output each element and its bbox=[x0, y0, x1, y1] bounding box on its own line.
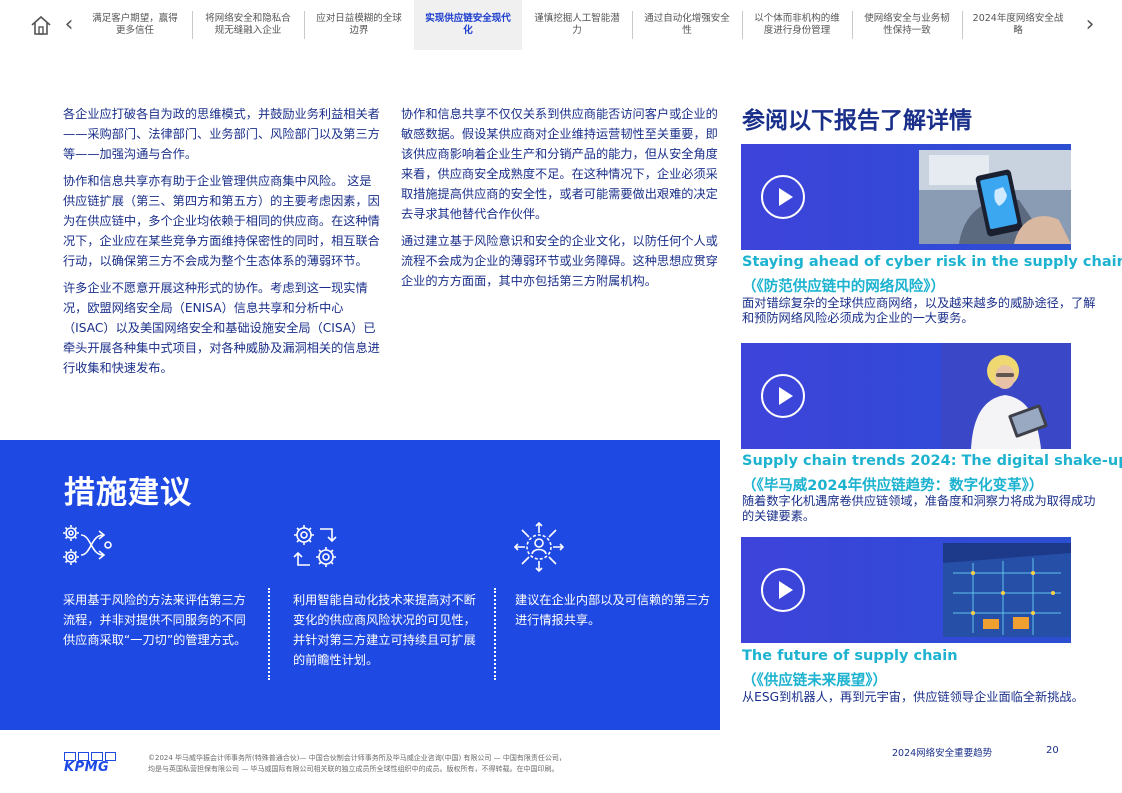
tab-privacy-compliance[interactable]: 将网络安全和隐私合规无缝融入企业 bbox=[193, 0, 303, 50]
report-title-cn[interactable]: （《毕马威2024年供应链趋势：数字化变革》） bbox=[742, 474, 1043, 495]
report-title[interactable]: Supply chain trends 2024: The digital sh… bbox=[742, 453, 1122, 469]
tab-automation-security[interactable]: 通过自动化增强安全性 bbox=[633, 0, 741, 50]
measures-title: 措施建议 bbox=[64, 475, 192, 511]
body-column-left: 各企业应打破各自为政的思维模式，并鼓励业务利益相关者——采购部门、法律部门、业务… bbox=[63, 104, 383, 385]
automation-gears-icon bbox=[293, 525, 337, 567]
woman-tablet-photo bbox=[941, 343, 1071, 449]
tab-supply-chain-security[interactable]: 实现供应链安全现代化 bbox=[414, 0, 522, 50]
play-icon[interactable] bbox=[761, 175, 805, 219]
measure-divider bbox=[268, 588, 270, 680]
report-description: 从ESG到机器人，再到元宇宙，供应链领导企业面临全新挑战。 bbox=[742, 690, 1084, 704]
legal-line: ©2024 毕马威华振会计师事务所(特殊普通合伙)— 中国合伙制会计师事务所及毕… bbox=[148, 754, 566, 762]
tab-identity-management[interactable]: 以个体而非机构的维度进行身份管理 bbox=[743, 0, 851, 50]
report-video-card[interactable] bbox=[741, 343, 1071, 449]
play-icon[interactable] bbox=[761, 374, 805, 418]
tab-cyber-strategy-2024[interactable]: 2024年度网络安全战略 bbox=[963, 0, 1073, 50]
next-section-button[interactable]: › bbox=[1083, 12, 1097, 38]
measure-text: 建议在企业内部以及可信赖的第三方进行情报共享。 bbox=[515, 593, 710, 627]
play-icon[interactable] bbox=[761, 568, 805, 612]
footer-report-name: 2024网络安全重要趋势 bbox=[892, 748, 993, 759]
report-title-cn[interactable]: （《供应链未来展望》） bbox=[742, 669, 887, 690]
top-navigation: ‹ 满足客户期望，赢得更多信任 将网络安全和隐私合规无缝融入企业 应对日益模糊的… bbox=[0, 0, 1122, 50]
report-video-card[interactable] bbox=[741, 144, 1071, 250]
warehouse-network-photo bbox=[943, 543, 1071, 637]
page-number: 20 bbox=[1046, 745, 1059, 756]
kpmg-logo: KPMG bbox=[64, 752, 116, 775]
tab-business-resilience[interactable]: 使网络安全与业务韧性保持一致 bbox=[853, 0, 961, 50]
measures-panel: 措施建议 采用基于风险的方法来评估第三方流程，并非对提供不同服务的不同供应商采取… bbox=[0, 440, 720, 730]
measure-text: 利用智能自动化技术来提高对不断变化的供应商风险状况的可见性，并针对第三方建立可持… bbox=[293, 593, 476, 667]
report-description: 随着数字化机遇席卷供应链领域，准备度和洞察力将成为取得成功的关键要素。 bbox=[742, 494, 1096, 523]
body-paragraph: 通过建立基于风险意识和安全的企业文化，以防任何个人或流程不会成为企业的薄弱环节或… bbox=[401, 234, 718, 288]
report-title-cn[interactable]: （《防范供应链中的网络风险》） bbox=[742, 275, 945, 296]
report-video-card[interactable] bbox=[741, 537, 1071, 643]
gears-flow-icon bbox=[63, 525, 112, 565]
home-icon[interactable] bbox=[30, 14, 52, 36]
body-paragraph: 协作和信息共享不仅仅关系到供应商能否访问客户或企业的敏感数据。假设某供应商对企业… bbox=[401, 107, 718, 221]
body-paragraph: 各企业应打破各自为政的思维模式，并鼓励业务利益相关者——采购部门、法律部门、业务… bbox=[63, 107, 380, 161]
report-description: 面对错综复杂的全球供应商网络，以及越来越多的威胁途径，了解和预防网络风险必须成为… bbox=[742, 296, 1096, 325]
body-column-right: 协作和信息共享不仅仅关系到供应商能否访问客户或企业的敏感数据。假设某供应商对企业… bbox=[401, 104, 726, 298]
tab-customer-trust[interactable]: 满足客户期望，赢得更多信任 bbox=[80, 0, 190, 50]
measure-divider bbox=[494, 588, 496, 680]
tab-ai-potential[interactable]: 谨慎挖掘人工智能潜力 bbox=[523, 0, 631, 50]
reports-heading: 参阅以下报告了解详情 bbox=[742, 108, 972, 134]
measure-text: 采用基于风险的方法来评估第三方流程，并非对提供不同服务的不同供应商采取“一刀切”… bbox=[63, 593, 247, 647]
tab-global-borders[interactable]: 应对日益模糊的全球边界 bbox=[305, 0, 413, 50]
report-title[interactable]: The future of supply chain bbox=[742, 648, 958, 664]
legal-line: 均是与英国私营担保有限公司 — 毕马威国际有限公司相关联的独立成员所全球性组织中… bbox=[148, 765, 559, 773]
legal-notice: ©2024 毕马威华振会计师事务所(特殊普通合伙)— 中国合伙制会计师事务所及毕… bbox=[148, 753, 628, 775]
network-person-icon bbox=[513, 521, 565, 573]
phone-shield-photo bbox=[919, 150, 1071, 244]
body-paragraph: 协作和信息共享亦有助于企业管理供应商集中风险。 这是供应链扩展（第三、第四方和第… bbox=[63, 174, 380, 268]
previous-section-button[interactable]: ‹ bbox=[62, 12, 76, 38]
kpmg-logo-text: KPMG bbox=[64, 760, 110, 775]
body-paragraph: 许多企业不愿意开展这种形式的协作。考虑到这一现实情况，欧盟网络安全局（ENISA… bbox=[63, 281, 380, 375]
report-title[interactable]: Staying ahead of cyber risk in the suppl… bbox=[742, 254, 1122, 270]
